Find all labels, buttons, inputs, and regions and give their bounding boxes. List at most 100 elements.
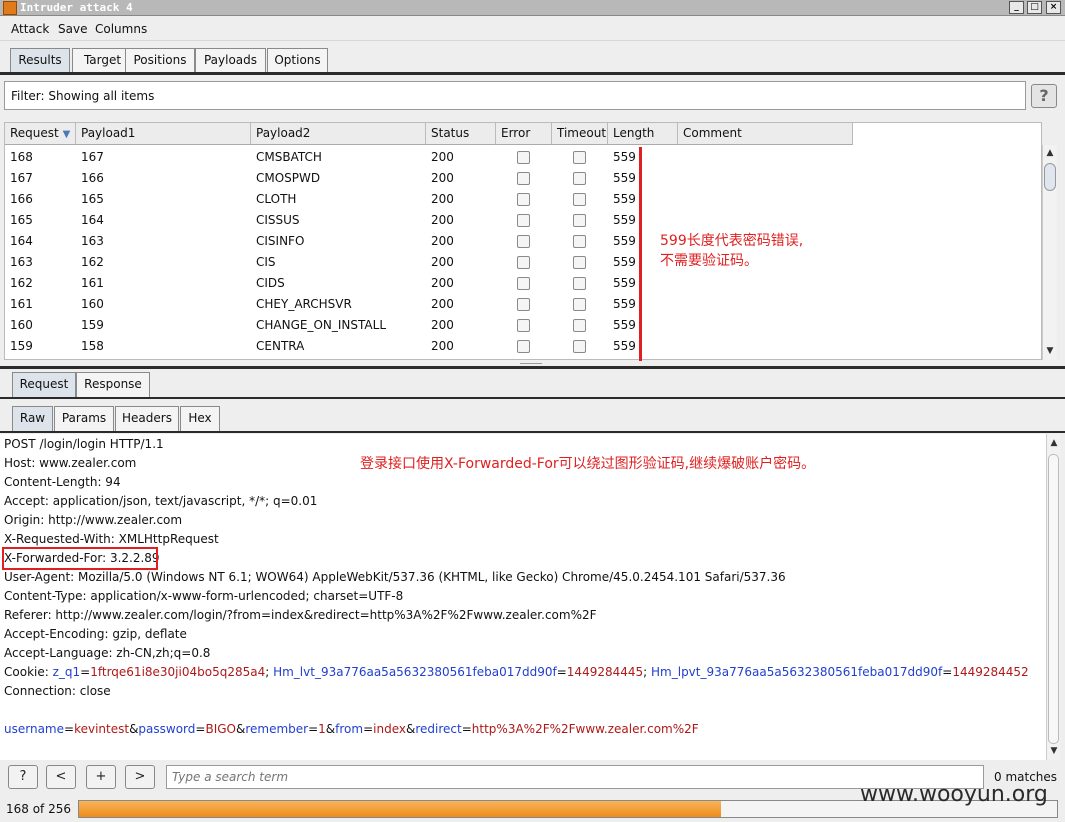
tab-request[interactable]: Request: [12, 372, 76, 397]
cell-payload2: CENTRA: [256, 339, 305, 353]
column-header-request[interactable]: Request ▼: [5, 123, 76, 145]
scroll-thumb[interactable]: [1048, 454, 1059, 744]
table-row[interactable]: 159 158 CENTRA 200 559: [5, 336, 853, 357]
table-row[interactable]: 160 159 CHANGE_ON_INSTALL 200 559: [5, 315, 853, 336]
tab-params[interactable]: Params: [54, 406, 114, 431]
maximize-icon[interactable]: □: [1027, 1, 1042, 14]
tab-results[interactable]: Results: [10, 48, 70, 73]
cell-request: 162: [10, 276, 33, 290]
column-header-error[interactable]: Error: [496, 123, 552, 145]
param-value: BIGO: [205, 722, 236, 736]
cell-request: 161: [10, 297, 33, 311]
request-line: Content-Length: 94: [4, 475, 121, 489]
cookie-line: Cookie: z_q1=1ftrqe61i8e30ji04bo5q285a4;…: [4, 665, 1029, 679]
detail-tabs: Request Response: [12, 372, 162, 397]
column-header-payload1[interactable]: Payload1: [76, 123, 251, 145]
column-header-payload2[interactable]: Payload2: [251, 123, 426, 145]
title-bar: Intruder attack 4 _ □ ×: [0, 0, 1065, 16]
raw-request-editor[interactable]: POST /login/login HTTP/1.1 Host: www.zeal…: [0, 434, 1046, 760]
request-line: Accept: application/json, text/javascrip…: [4, 494, 318, 508]
tab-headers[interactable]: Headers: [115, 406, 179, 431]
error-checkbox: [517, 235, 530, 248]
request-line: Content-Type: application/x-www-form-url…: [4, 589, 404, 603]
tab-separator: [0, 72, 1065, 75]
filter-bar[interactable]: Filter: Showing all items: [4, 81, 1026, 110]
view-separator: [0, 431, 1065, 433]
param-name: redirect: [415, 722, 462, 736]
cell-length: 559: [613, 339, 636, 353]
cell-status: 200: [431, 150, 454, 164]
minimize-icon[interactable]: _: [1009, 1, 1024, 14]
xff-highlight-box: [2, 547, 158, 570]
cell-request: 163: [10, 255, 33, 269]
cell-status: 200: [431, 297, 454, 311]
error-checkbox: [517, 256, 530, 269]
cell-payload2: CMOSPWD: [256, 171, 321, 185]
cell-request: 166: [10, 192, 33, 206]
request-scrollbar[interactable]: ▲ ▼: [1046, 434, 1060, 760]
close-icon[interactable]: ×: [1046, 1, 1061, 14]
cookie-name: Hm_lpvt_93a776aa5a5632380561feba017dd90f: [651, 665, 943, 679]
tab-options[interactable]: Options: [267, 48, 328, 73]
app-icon: [3, 1, 17, 15]
cell-request: 164: [10, 234, 33, 248]
tab-hex[interactable]: Hex: [180, 406, 220, 431]
search-help-button[interactable]: ?: [8, 765, 38, 789]
filter-text: Filter: Showing all items: [11, 89, 155, 103]
cell-payload1: 163: [81, 234, 104, 248]
menu-columns[interactable]: Columns: [95, 22, 147, 36]
cell-request: 165: [10, 213, 33, 227]
scroll-down-icon[interactable]: ▼: [1045, 346, 1055, 356]
column-header-length[interactable]: Length: [608, 123, 678, 145]
table-scrollbar[interactable]: ▲ ▼: [1042, 145, 1057, 360]
scroll-down-icon[interactable]: ▼: [1049, 746, 1059, 756]
cell-payload1: 167: [81, 150, 104, 164]
scroll-up-icon[interactable]: ▲: [1045, 148, 1055, 158]
filter-help-button[interactable]: ?: [1031, 84, 1057, 108]
search-add-button[interactable]: +: [86, 765, 116, 789]
cookie-value: 1ftrqe61i8e30ji04bo5q285a4: [90, 665, 266, 679]
table-row[interactable]: 166 165 CLOTH 200 559: [5, 189, 853, 210]
progress-fill: [79, 801, 721, 817]
tab-target[interactable]: Target: [72, 48, 133, 73]
cell-payload1: 160: [81, 297, 104, 311]
tab-response[interactable]: Response: [76, 372, 150, 397]
search-next-button[interactable]: >: [125, 765, 155, 789]
cell-payload1: 162: [81, 255, 104, 269]
table-row[interactable]: 161 160 CHEY_ARCHSVR 200 559: [5, 294, 853, 315]
timeout-checkbox: [573, 193, 586, 206]
request-line: Referer: http://www.zealer.com/login/?fr…: [4, 608, 597, 622]
table-row[interactable]: 162 161 CIDS 200 559: [5, 273, 853, 294]
table-row[interactable]: 167 166 CMOSPWD 200 559: [5, 168, 853, 189]
timeout-checkbox: [573, 340, 586, 353]
column-header-comment[interactable]: Comment: [678, 123, 853, 145]
error-checkbox: [517, 172, 530, 185]
cell-payload1: 164: [81, 213, 104, 227]
annotation-xff: 登录接口使用X-Forwarded-For可以绕过图形验证码,继续爆破账户密码。: [360, 456, 816, 472]
cell-payload2: CIS: [256, 255, 276, 269]
annotation-line: [639, 147, 642, 361]
cookie-label: Cookie:: [4, 665, 53, 679]
cell-length: 559: [613, 192, 636, 206]
cookie-value: 1449284452: [952, 665, 1029, 679]
table-row[interactable]: 165 164 CISSUS 200 559: [5, 210, 853, 231]
column-header-timeout[interactable]: Timeout: [552, 123, 608, 145]
tab-positions[interactable]: Positions: [125, 48, 195, 73]
request-line: Accept-Language: zh-CN,zh;q=0.8: [4, 646, 211, 660]
menu-attack[interactable]: Attack: [11, 22, 49, 36]
table-row[interactable]: 168 167 CMSBATCH 200 559: [5, 147, 853, 168]
error-checkbox: [517, 214, 530, 227]
cell-request: 160: [10, 318, 33, 332]
search-prev-button[interactable]: <: [46, 765, 76, 789]
scroll-up-icon[interactable]: ▲: [1049, 438, 1059, 448]
scroll-thumb[interactable]: [1044, 163, 1056, 191]
request-line: Accept-Encoding: gzip, deflate: [4, 627, 187, 641]
column-header-status[interactable]: Status: [426, 123, 496, 145]
cell-payload2: CISINFO: [256, 234, 305, 248]
detail-separator: [0, 397, 1065, 399]
tab-payloads[interactable]: Payloads: [195, 48, 266, 73]
tab-raw[interactable]: Raw: [12, 406, 53, 431]
param-name: username: [4, 722, 64, 736]
menu-save[interactable]: Save: [58, 22, 87, 36]
pane-separator: [0, 366, 1065, 369]
